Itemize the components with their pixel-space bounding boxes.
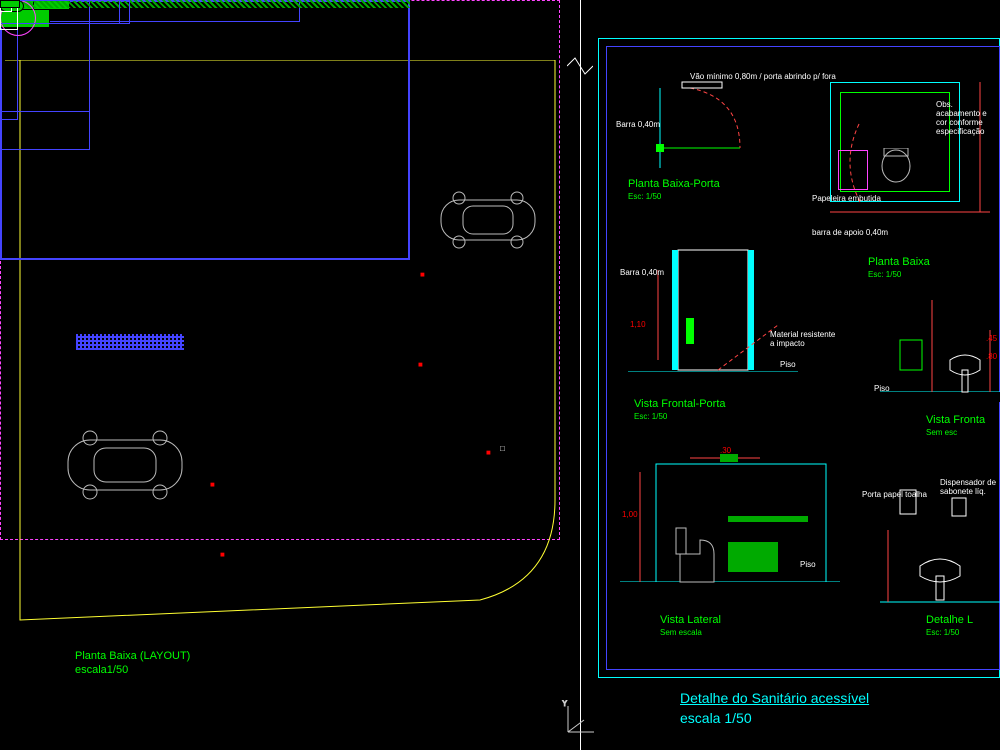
view-scale: Esc: 1/50 (868, 270, 901, 279)
note: Material resistente a impacto (770, 330, 840, 348)
note: Obs. acabamento e cor conforme especific… (936, 100, 996, 136)
view-title: Planta Baixa-Porta (628, 178, 720, 190)
note: Barra 0,40m (616, 120, 660, 129)
note: Piso (800, 560, 816, 569)
car-icon (433, 190, 543, 250)
ucs-icon: Y (560, 700, 600, 740)
view-title: Vista Lateral (660, 614, 721, 626)
view-title: Vista Frontal-Porta (634, 398, 726, 410)
view-title: Vista Fronta (926, 414, 985, 426)
note: Piso (874, 384, 890, 393)
note: Dispensador de sabonete líq. (940, 478, 1000, 496)
view-title: Planta Baixa (868, 256, 930, 268)
view-scale: Esc: 1/50 (926, 628, 959, 637)
view-scale: Esc: 1/50 (634, 412, 667, 421)
note: Porta papel toalha (862, 490, 927, 499)
note: Barra 0,40m (620, 268, 664, 277)
view-title: Detalhe L (926, 614, 973, 626)
car-icon (60, 430, 190, 500)
svg-text:Y: Y (562, 700, 568, 708)
sheet-scale: escala 1/50 (680, 710, 752, 726)
view-scale: Sem escala (660, 628, 702, 637)
note: Piso (780, 360, 796, 369)
sheet-divider (580, 0, 581, 750)
sheet-title: Detalhe do Sanitário acessível (680, 690, 869, 706)
left-plan-scale: escala1/50 (75, 664, 128, 676)
note: Vão mínimo 0,80m / porta abrindo p/ fora (690, 72, 836, 81)
view-scale: Sem esc (926, 428, 957, 437)
left-plan-title: Planta Baixa (LAYOUT) (75, 650, 190, 662)
note: Papeleira embutida (812, 194, 881, 203)
cad-viewport[interactable]: ■ ■ ■ ■ ■ □ Planta Baixa (LAYOUT) escala… (0, 0, 1000, 750)
note: barra de apoio 0,40m (812, 228, 888, 237)
view-scale: Esc: 1/50 (628, 192, 661, 201)
